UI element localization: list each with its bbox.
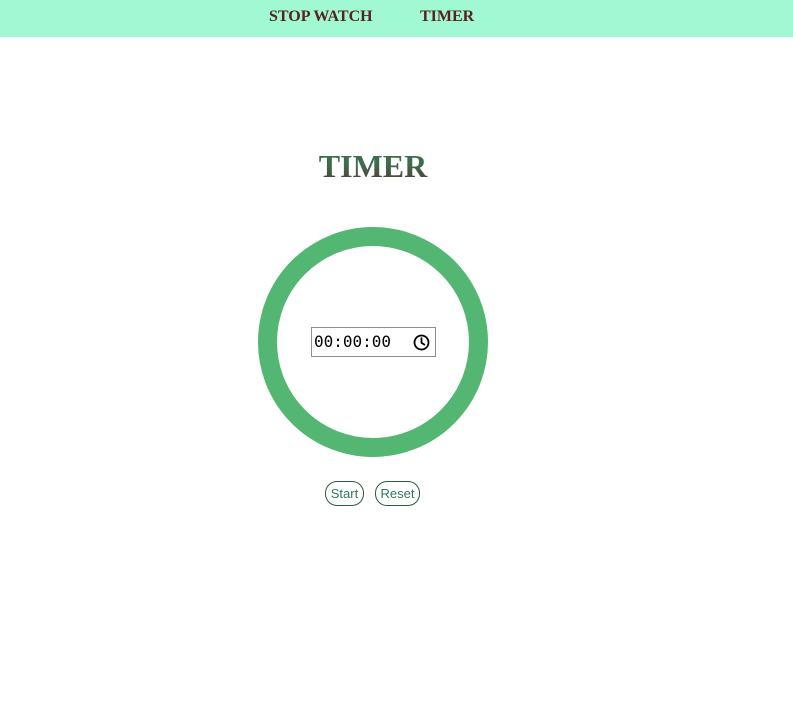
page-title: TIMER	[273, 146, 473, 186]
start-button[interactable]: Start	[325, 481, 364, 506]
time-input-value[interactable]: 00:00:00	[314, 333, 391, 351]
navbar: STOP WATCH TIMER	[0, 0, 793, 37]
reset-button[interactable]: Reset	[375, 481, 420, 506]
clock-icon[interactable]	[413, 334, 430, 351]
nav-link-stopwatch[interactable]: STOP WATCH	[269, 8, 373, 26]
time-input[interactable]: 00:00:00	[311, 327, 436, 357]
nav-link-timer[interactable]: TIMER	[420, 8, 474, 26]
